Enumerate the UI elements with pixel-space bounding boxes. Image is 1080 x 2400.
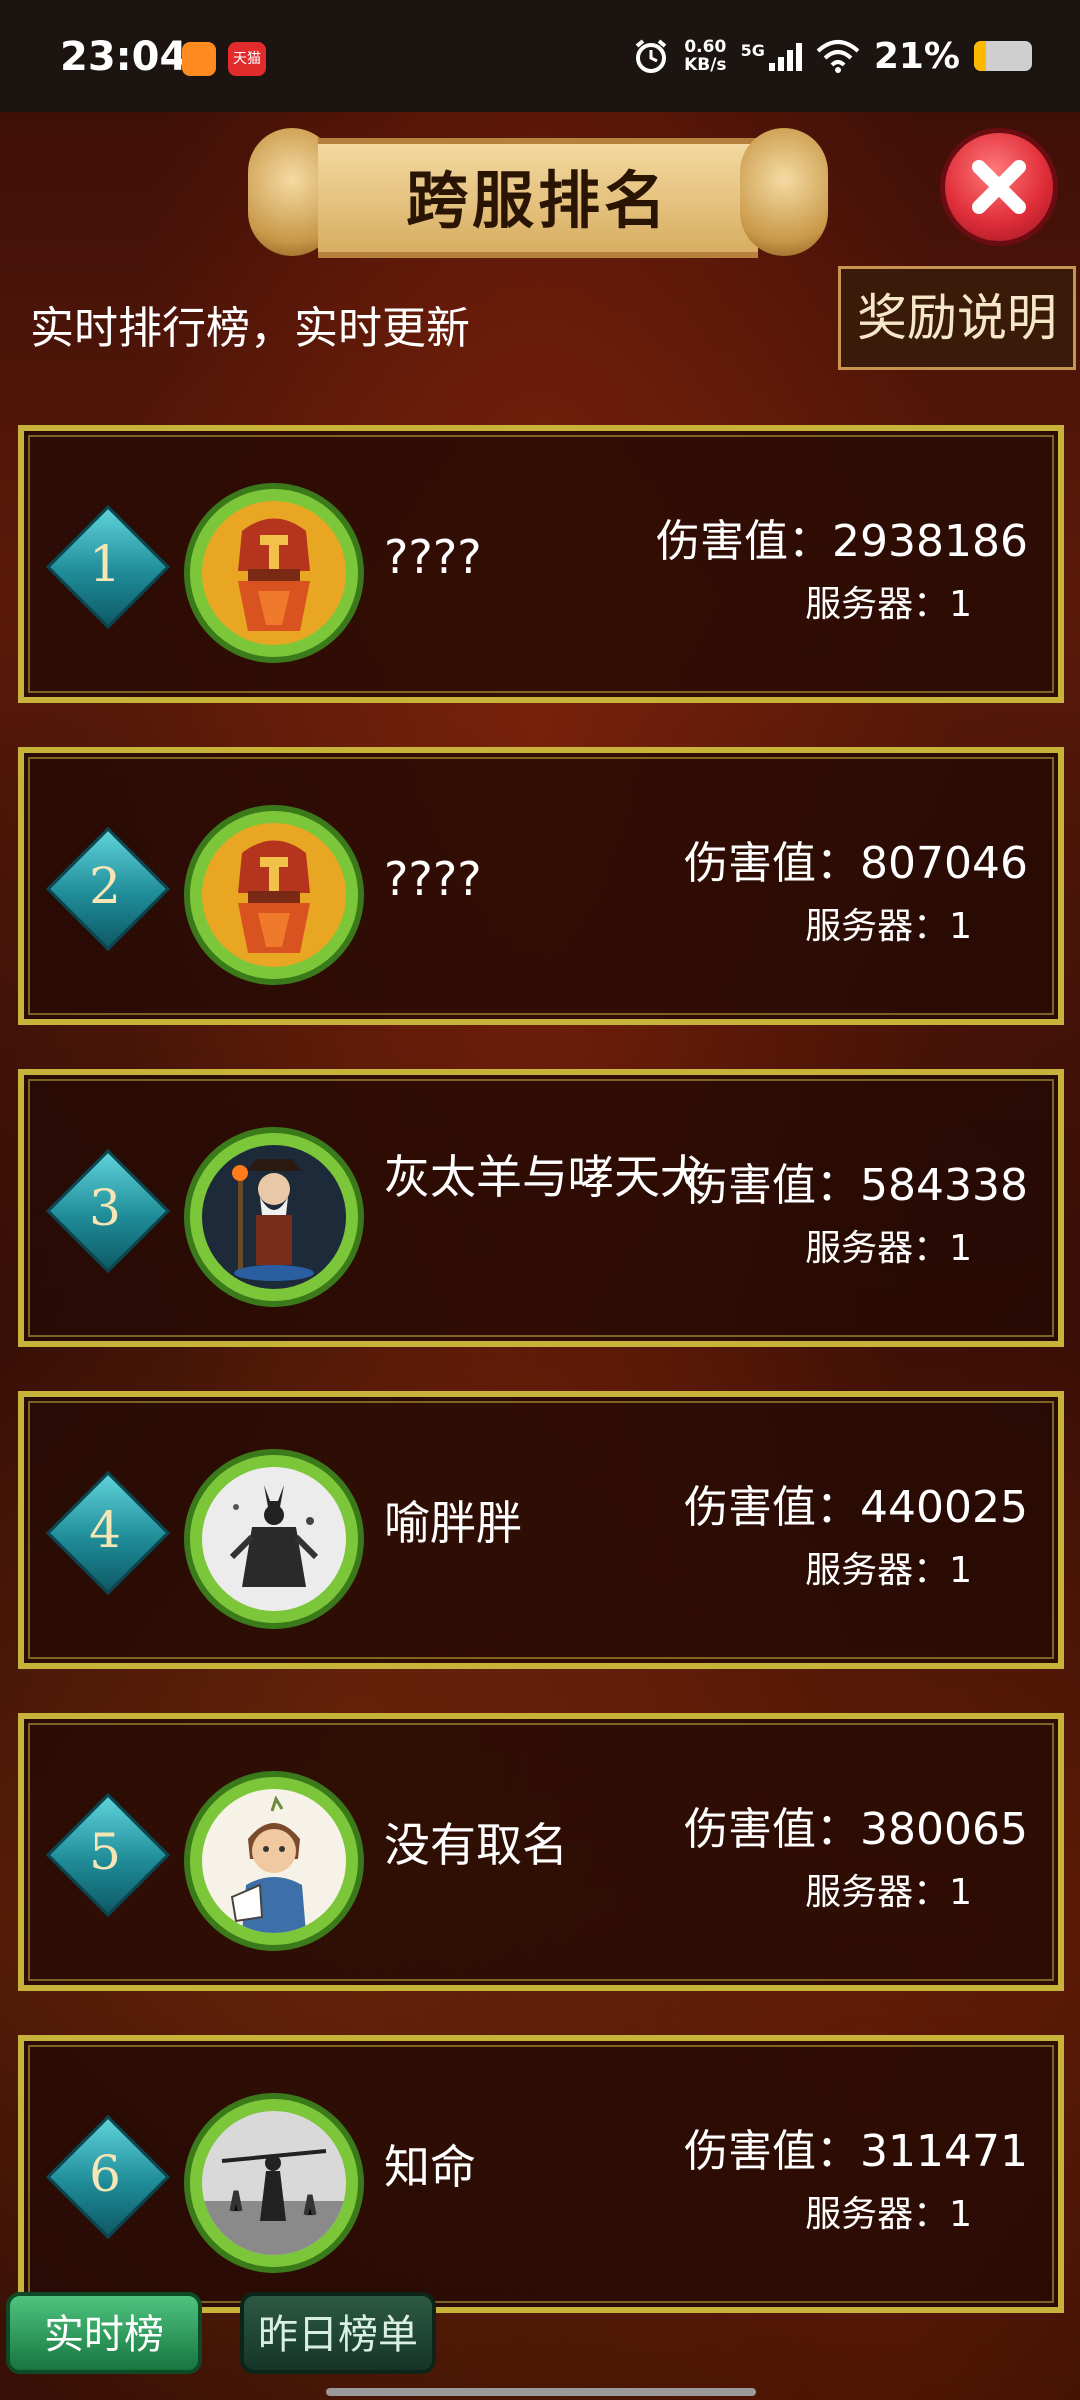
server-info: 服务器：1 [805, 1863, 972, 1915]
player-name: ???? [384, 852, 482, 906]
battery-fill [974, 41, 987, 71]
status-bar: 23:04 天猫 0.60 KB/s 5G 21% [0, 0, 1080, 112]
server-number: 1 [949, 1228, 972, 1269]
damage-number: 2938186 [832, 516, 1028, 567]
player-name: 灰太羊与哮天犬 [384, 1150, 706, 1204]
damage-value: 伤害值：440025 [684, 1471, 1028, 1535]
damage-label: 伤害值： [684, 1482, 861, 1533]
home-indicator[interactable] [326, 2388, 756, 2396]
leaderboard-row[interactable]: 5 没有取名 伤害值：380065 服务器：1 [18, 1713, 1064, 1991]
player-name: 知命 [384, 2140, 476, 2194]
damage-number: 311471 [860, 2126, 1028, 2177]
damage-label: 伤害值： [684, 838, 861, 889]
rank-number: 3 [89, 1179, 121, 1237]
damage-label: 伤害值： [656, 516, 833, 567]
player-avatar [184, 483, 364, 663]
title-banner: 跨服排名 [248, 128, 828, 260]
signal-group: 5G [741, 41, 802, 71]
tmall-icon: 天猫 [228, 42, 266, 76]
damage-label: 伤害值： [684, 1160, 861, 1211]
rank-number: 2 [89, 857, 121, 915]
reward-info-button[interactable]: 奖励说明 [838, 266, 1076, 370]
cartoon-lady-avatar [202, 1789, 346, 1933]
damage-value: 伤害值：311471 [684, 2115, 1028, 2179]
server-number: 1 [949, 2194, 972, 2235]
rank-number: 1 [89, 535, 121, 593]
status-indicators: 0.60 KB/s 5G 21% [632, 34, 1032, 78]
damage-value: 伤害值：380065 [684, 1793, 1028, 1857]
server-info: 服务器：1 [805, 2185, 972, 2237]
leaderboard-row[interactable]: 1 ???? 伤害值：2938186 服务器：1 [18, 425, 1064, 703]
player-avatar [184, 1771, 364, 1951]
leaderboard-row[interactable]: 6 知命 伤害值：311471 服务器：1 [18, 2035, 1064, 2313]
damage-number: 440025 [860, 1482, 1028, 1533]
battery-percent: 21% [873, 35, 960, 77]
rank-number: 4 [89, 1501, 121, 1559]
player-avatar [184, 2093, 364, 2273]
damage-value: 伤害值：2938186 [656, 505, 1028, 569]
server-number: 1 [949, 906, 972, 947]
wifi-icon [816, 40, 860, 73]
leaderboard-row[interactable]: 4 喻胖胖 伤害值：440025 服务器：1 [18, 1391, 1064, 1669]
damage-label: 伤害值： [684, 1804, 861, 1855]
damage-label: 伤害值： [684, 2126, 861, 2177]
leaderboard-subtitle: 实时排行榜，实时更新 [30, 303, 470, 354]
rank-number: 6 [89, 2145, 121, 2203]
damage-number: 584338 [860, 1160, 1028, 1211]
server-label: 服务器： [805, 2194, 950, 2235]
tab-yesterday[interactable]: 昨日榜单 [240, 2292, 436, 2374]
player-avatar [184, 805, 364, 985]
damage-number: 807046 [860, 838, 1028, 889]
app-orange-icon [182, 42, 216, 76]
dwarf-warrior-avatar [202, 823, 346, 967]
close-button[interactable] [940, 128, 1058, 246]
damage-value: 伤害值：807046 [684, 827, 1028, 891]
dwarf-warrior-avatar [202, 501, 346, 645]
server-number: 1 [949, 1872, 972, 1913]
net-speed: 0.60 KB/s [684, 37, 727, 75]
network-type: 5G [740, 41, 765, 60]
player-avatar [184, 1449, 364, 1629]
close-icon [972, 160, 1026, 214]
leaderboard-row[interactable]: 2 ???? 伤害值：807046 服务器：1 [18, 747, 1064, 1025]
rank-number: 5 [89, 1823, 121, 1881]
signal-bars-icon [768, 41, 802, 71]
server-info: 服务器：1 [805, 1219, 972, 1271]
server-number: 1 [949, 584, 972, 625]
server-info: 服务器：1 [805, 1541, 972, 1593]
server-number: 1 [949, 1550, 972, 1591]
page-title: 跨服排名 [405, 164, 670, 237]
wizard-avatar [202, 1145, 346, 1289]
damage-value: 伤害值：584338 [684, 1149, 1028, 1213]
server-info: 服务器：1 [805, 897, 972, 949]
server-label: 服务器： [805, 584, 950, 625]
player-avatar [184, 1127, 364, 1307]
leaderboard-row[interactable]: 3 灰太羊与哮天犬 伤害值：584338 服务器：1 [18, 1069, 1064, 1347]
battery-icon [974, 41, 1032, 71]
server-label: 服务器： [805, 1228, 950, 1269]
ink-figure-avatar [202, 1467, 346, 1611]
damage-number: 380065 [860, 1804, 1028, 1855]
player-name: 喻胖胖 [384, 1496, 522, 1550]
server-label: 服务器： [805, 1550, 950, 1591]
player-name: 没有取名 [384, 1818, 568, 1872]
alarm-icon [635, 39, 667, 73]
status-time: 23:04 [60, 34, 188, 80]
server-info: 服务器：1 [805, 575, 972, 627]
server-label: 服务器： [805, 906, 950, 947]
warrior-mist-avatar [202, 2111, 346, 2255]
tab-realtime[interactable]: 实时榜 [6, 2292, 202, 2374]
server-label: 服务器： [805, 1872, 950, 1913]
